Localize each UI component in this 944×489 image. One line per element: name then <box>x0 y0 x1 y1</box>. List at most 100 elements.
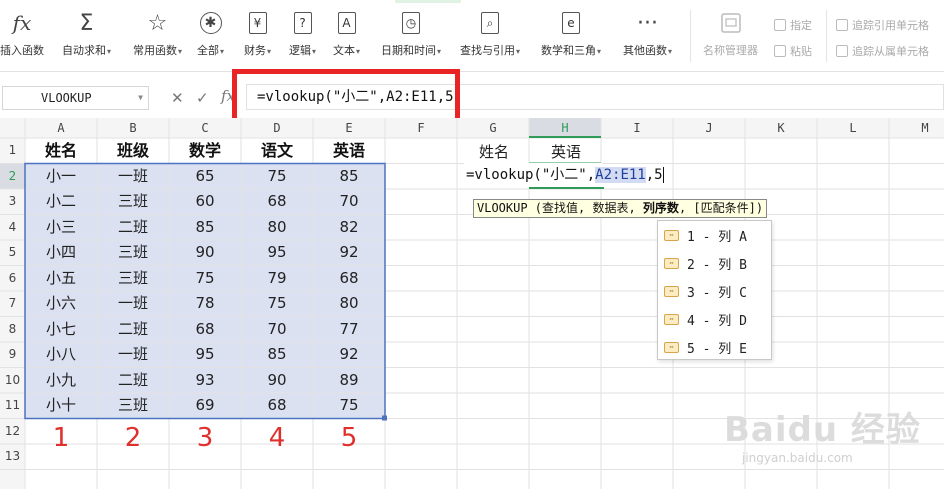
cell-A10[interactable]: 小九 <box>25 368 97 394</box>
editing-cell-g2[interactable]: =vlookup("小二",A2:E11,5 <box>464 163 664 188</box>
cell-A9[interactable]: 小八 <box>25 342 97 368</box>
cell-B3[interactable]: 三班 <box>97 189 169 215</box>
column-header-J[interactable]: J <box>673 118 745 138</box>
column-header-I[interactable]: I <box>601 118 673 138</box>
cell-B11[interactable]: 三班 <box>97 393 169 419</box>
cell-A6[interactable]: 小五 <box>25 266 97 292</box>
ribbon-button-0[interactable]: fx 插入函数 <box>0 8 44 64</box>
cell-C6[interactable]: 75 <box>169 266 241 292</box>
ribbon-button-3[interactable]: ✱ 全部▾ <box>197 8 224 64</box>
row-header-2[interactable]: 2 <box>0 164 25 190</box>
cell-E2[interactable]: 85 <box>313 164 385 190</box>
cell-B10[interactable]: 二班 <box>97 368 169 394</box>
cell-D5[interactable]: 95 <box>241 240 313 266</box>
ribbon-button-7[interactable]: ◷ 日期和时间▾ <box>381 8 441 64</box>
cell-E9[interactable]: 92 <box>313 342 385 368</box>
column-header-G[interactable]: G <box>457 118 529 138</box>
row-header-10[interactable]: 10 <box>0 368 25 394</box>
cell-A2[interactable]: 小一 <box>25 164 97 190</box>
cell-B7[interactable]: 一班 <box>97 291 169 317</box>
cell-h1[interactable]: 英语 <box>530 141 602 163</box>
cell-B2[interactable]: 一班 <box>97 164 169 190</box>
row-header-9[interactable]: 9 <box>0 342 25 368</box>
cell-A7[interactable]: 小六 <box>25 291 97 317</box>
cell-E4[interactable]: 82 <box>313 215 385 241</box>
dropdown-item[interactable]: ⇔ 1 - 列 A <box>664 225 747 245</box>
cell-E3[interactable]: 70 <box>313 189 385 215</box>
column-header-E[interactable]: E <box>313 118 385 138</box>
name-manager-button[interactable]: 名称管理器 <box>703 8 758 64</box>
ribbon-button-1[interactable]: Σ 自动求和▾ <box>62 8 111 64</box>
cell-E10[interactable]: 89 <box>313 368 385 394</box>
ribbon-button-9[interactable]: e 数学和三角▾ <box>541 8 601 64</box>
ribbon-button-10[interactable]: ··· 其他函数▾ <box>623 8 672 64</box>
cell-D9[interactable]: 85 <box>241 342 313 368</box>
dropdown-item[interactable]: ⇔ 4 - 列 D <box>664 309 747 329</box>
cell-g1[interactable]: 姓名 <box>458 141 530 163</box>
row-header-12[interactable]: 12 <box>0 419 25 445</box>
dropdown-item[interactable]: ⇔ 2 - 列 B <box>664 253 747 273</box>
cell-B8[interactable]: 二班 <box>97 317 169 343</box>
cell-C5[interactable]: 90 <box>169 240 241 266</box>
cell-D10[interactable]: 90 <box>241 368 313 394</box>
row-header-5[interactable]: 5 <box>0 240 25 266</box>
cell-A11[interactable]: 小十 <box>25 393 97 419</box>
cell-D7[interactable]: 75 <box>241 291 313 317</box>
row-header-4[interactable]: 4 <box>0 215 25 241</box>
cell-C4[interactable]: 85 <box>169 215 241 241</box>
cell-A3[interactable]: 小二 <box>25 189 97 215</box>
cell-B6[interactable]: 三班 <box>97 266 169 292</box>
column-header-B[interactable]: B <box>97 118 169 138</box>
cell-C9[interactable]: 95 <box>169 342 241 368</box>
ribbon-button-6[interactable]: A 文本▾ <box>333 8 360 64</box>
cancel-icon[interactable]: ✕ <box>171 89 184 107</box>
ribbon-button-5[interactable]: ? 逻辑▾ <box>289 8 316 64</box>
cell-E8[interactable]: 77 <box>313 317 385 343</box>
cell-B5[interactable]: 三班 <box>97 240 169 266</box>
table-header-D[interactable]: 语文 <box>241 138 313 164</box>
ribbon-button-4[interactable]: ¥ 财务▾ <box>244 8 271 64</box>
cell-D2[interactable]: 75 <box>241 164 313 190</box>
cell-C10[interactable]: 93 <box>169 368 241 394</box>
cell-D8[interactable]: 70 <box>241 317 313 343</box>
column-header-A[interactable]: A <box>25 118 97 138</box>
cell-D4[interactable]: 80 <box>241 215 313 241</box>
row-header-8[interactable]: 8 <box>0 317 25 343</box>
table-header-A[interactable]: 姓名 <box>25 138 97 164</box>
column-header-K[interactable]: K <box>745 118 817 138</box>
cell-E5[interactable]: 92 <box>313 240 385 266</box>
ribbon-button-8[interactable]: ⌕ 查找与引用▾ <box>460 8 520 64</box>
cell-C2[interactable]: 65 <box>169 164 241 190</box>
row-header-13[interactable]: 13 <box>0 444 25 470</box>
cell-B9[interactable]: 一班 <box>97 342 169 368</box>
cell-C7[interactable]: 78 <box>169 291 241 317</box>
column-header-M[interactable]: M <box>889 118 944 138</box>
column-header-C[interactable]: C <box>169 118 241 138</box>
table-header-E[interactable]: 英语 <box>313 138 385 164</box>
cell-D6[interactable]: 79 <box>241 266 313 292</box>
paste-name-button[interactable]: 粘贴 <box>774 43 812 59</box>
trace-dependents-button[interactable]: 追踪从属单元格 <box>836 43 929 59</box>
name-box-dropdown-icon[interactable]: ▼ <box>138 87 143 109</box>
define-name-button[interactable]: 指定 <box>774 17 812 33</box>
table-header-B[interactable]: 班级 <box>97 138 169 164</box>
cell-C3[interactable]: 60 <box>169 189 241 215</box>
column-header-D[interactable]: D <box>241 118 313 138</box>
row-header-11[interactable]: 11 <box>0 393 25 419</box>
cell-E11[interactable]: 75 <box>313 393 385 419</box>
cell-A5[interactable]: 小四 <box>25 240 97 266</box>
name-box[interactable]: VLOOKUP ▼ <box>2 86 149 110</box>
row-header-7[interactable]: 7 <box>0 291 25 317</box>
ribbon-button-2[interactable]: ☆ 常用函数▾ <box>133 8 182 64</box>
cell-A4[interactable]: 小三 <box>25 215 97 241</box>
cell-C11[interactable]: 69 <box>169 393 241 419</box>
column-header-L[interactable]: L <box>817 118 889 138</box>
row-header-6[interactable]: 6 <box>0 266 25 292</box>
trace-precedents-button[interactable]: 追踪引用单元格 <box>836 17 929 33</box>
dropdown-item[interactable]: ⇔ 3 - 列 C <box>664 281 747 301</box>
dropdown-item[interactable]: ⇔ 5 - 列 E <box>664 337 747 357</box>
cell-C8[interactable]: 68 <box>169 317 241 343</box>
row-header-3[interactable]: 3 <box>0 189 25 215</box>
table-header-C[interactable]: 数学 <box>169 138 241 164</box>
cell-E6[interactable]: 68 <box>313 266 385 292</box>
